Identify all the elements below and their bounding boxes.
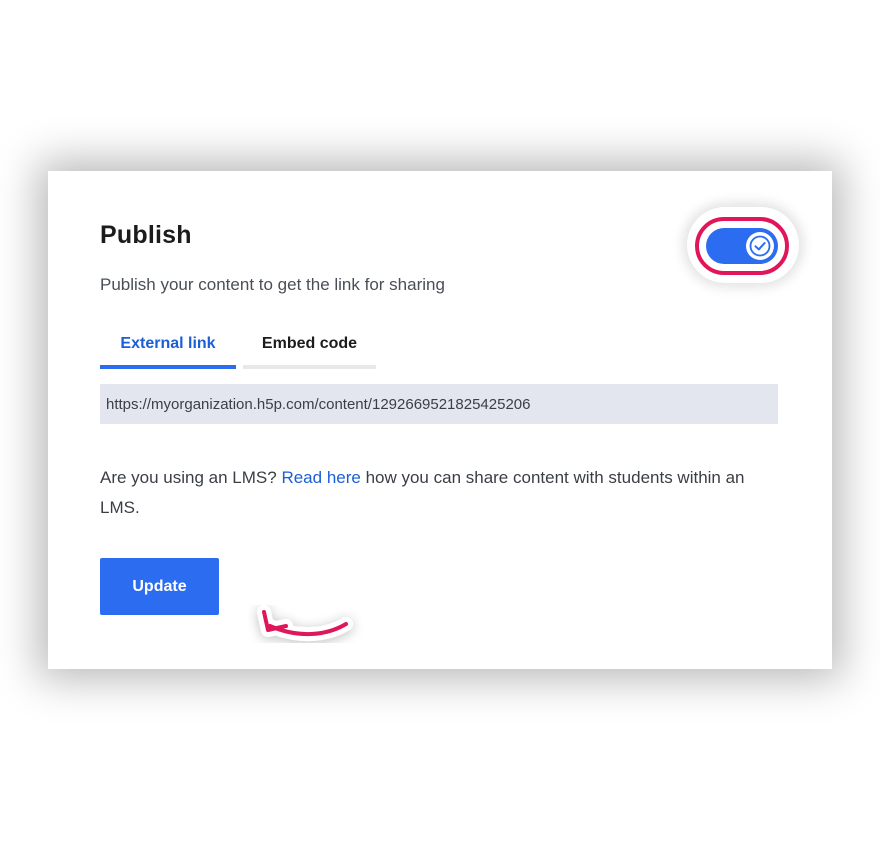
lms-info-text: Are you using an LMS? Read here how you … bbox=[100, 463, 750, 523]
check-icon bbox=[749, 235, 771, 257]
tab-embed-code[interactable]: Embed code bbox=[243, 323, 376, 369]
annotation-arrow bbox=[198, 596, 368, 666]
share-tabs: External link Embed code bbox=[100, 323, 376, 369]
toggle-knob bbox=[746, 232, 774, 260]
lms-info-prefix: Are you using an LMS? bbox=[100, 468, 282, 487]
toggle-highlight-ring bbox=[695, 217, 789, 275]
page: Publish Publish your content to get the … bbox=[0, 0, 880, 841]
read-here-link[interactable]: Read here bbox=[281, 468, 360, 487]
external-link-field[interactable]: https://myorganization.h5p.com/content/1… bbox=[100, 384, 778, 424]
toggle-highlight bbox=[687, 207, 799, 283]
tab-external-link[interactable]: External link bbox=[100, 323, 236, 369]
publish-subtitle: Publish your content to get the link for… bbox=[100, 275, 445, 294]
publish-card: Publish Publish your content to get the … bbox=[48, 171, 832, 669]
publish-toggle[interactable] bbox=[706, 228, 778, 264]
curved-arrow-icon bbox=[257, 605, 353, 641]
publish-title: Publish bbox=[100, 221, 192, 249]
